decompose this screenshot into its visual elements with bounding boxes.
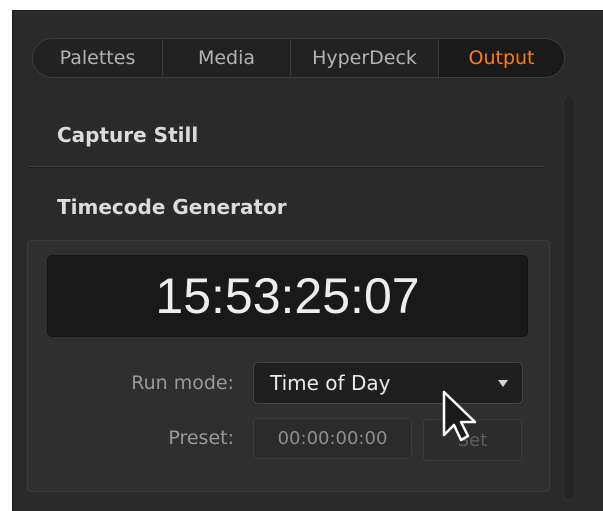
run-mode-value: Time of Day: [270, 371, 391, 395]
run-mode-label: Run mode:: [131, 372, 234, 394]
preset-input[interactable]: 00:00:00:00: [253, 418, 412, 459]
tab-palettes[interactable]: Palettes: [33, 39, 163, 77]
capture-still-header[interactable]: Capture Still: [57, 123, 198, 147]
set-button[interactable]: Set: [423, 419, 522, 461]
preset-value: 00:00:00:00: [277, 428, 388, 449]
timecode-display: 15:53:25:07: [47, 255, 528, 337]
timecode-generator-header[interactable]: Timecode Generator: [57, 195, 287, 219]
run-mode-select[interactable]: Time of Day: [253, 362, 523, 404]
tab-hyperdeck[interactable]: HyperDeck: [291, 39, 439, 77]
section-divider: [27, 166, 545, 168]
palette-tab-bar: Palettes Media HyperDeck Output: [32, 38, 565, 78]
tab-output[interactable]: Output: [439, 39, 564, 77]
timecode-value: 15:53:25:07: [155, 268, 420, 324]
chevron-down-icon: [498, 380, 508, 387]
scrollbar[interactable]: [563, 95, 575, 501]
preset-label: Preset:: [168, 427, 234, 449]
tab-media[interactable]: Media: [163, 39, 291, 77]
